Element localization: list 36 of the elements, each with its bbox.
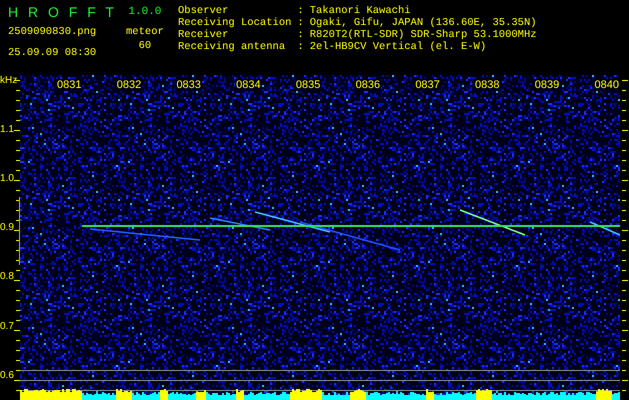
range-marker — [19, 197, 20, 265]
info-label: Receiver — [178, 29, 230, 41]
time-label: 0832 — [116, 79, 142, 91]
frequency-label: 0.7 — [0, 320, 14, 332]
time-label: 0840 — [593, 79, 620, 91]
meteor-count: 60 — [138, 40, 152, 52]
info-label: Observer — [178, 5, 230, 17]
unit-label: kHz — [0, 75, 18, 86]
frequency-label: 0.6 — [0, 370, 14, 381]
time-label: 0839 — [534, 79, 560, 91]
time-label: 0835 — [294, 79, 322, 91]
file-name: 2509090830.png — [8, 26, 98, 38]
time-label: 0836 — [354, 79, 382, 91]
frequency-label: 0.9 — [0, 222, 14, 234]
frequency-label: 1.0 — [0, 172, 14, 184]
info-label: Receiving Location — [178, 17, 292, 29]
time-label: 0834 — [235, 79, 262, 91]
info-value: 2el-HB9CV Vertical (el. E-W) — [310, 41, 488, 53]
timestamp: 25.09.09 08:30 — [8, 47, 98, 59]
info-value: Takanori Kawachi — [310, 5, 412, 17]
info-label: Receiving antenna — [178, 41, 286, 53]
info-separator: : — [297, 17, 304, 29]
version-label: 1.0.0 — [128, 6, 162, 18]
info-value: R820T2(RTL-SDR) SDR-Sharp 53.1000MHz — [310, 29, 537, 41]
time-label: 0837 — [414, 79, 441, 91]
time-label: 0831 — [56, 79, 82, 91]
info-value: Ogaki, Gifu, JAPAN (136.60E, 35.35N) — [310, 17, 537, 29]
app-title: H R O F F T — [8, 4, 116, 20]
meteor-label: meteor — [126, 26, 164, 38]
frequency-label: 1.1 — [0, 124, 14, 135]
frequency-label: 0.8 — [0, 271, 14, 282]
info-separator: : — [297, 5, 304, 17]
time-label: 0838 — [474, 79, 501, 91]
time-label: 0833 — [175, 79, 202, 91]
info-separator: : — [297, 29, 304, 41]
info-separator: : — [297, 41, 304, 53]
